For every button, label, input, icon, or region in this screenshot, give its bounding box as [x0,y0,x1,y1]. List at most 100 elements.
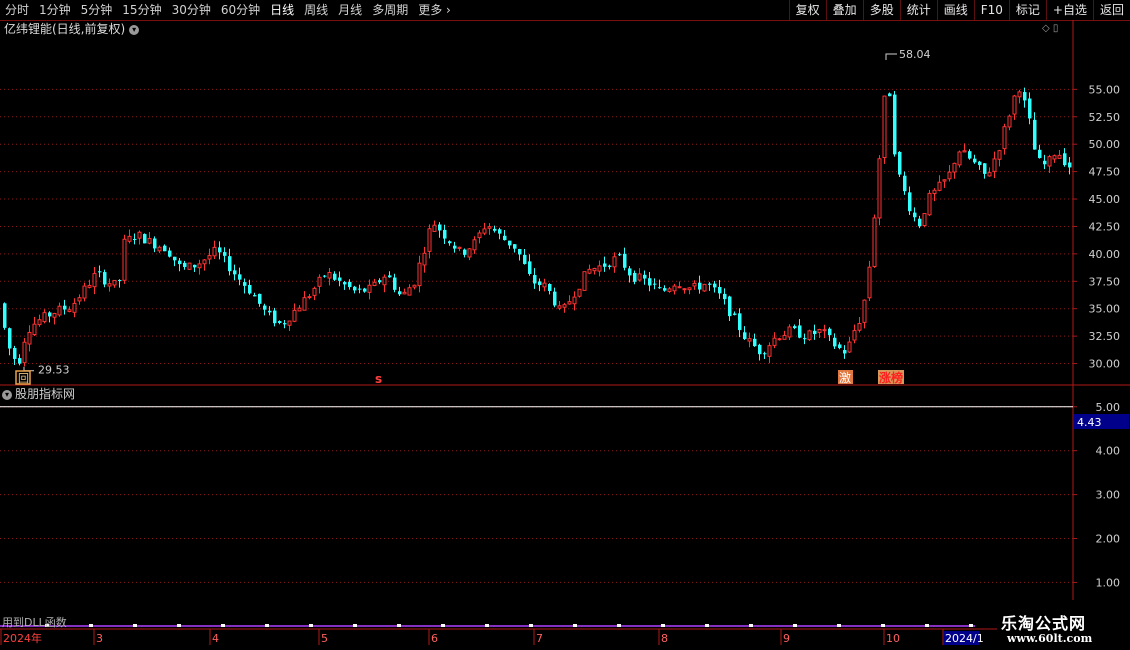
price-tick-label: 45.00 [1089,193,1121,206]
candle-body [828,328,832,336]
period-tab-6[interactable]: 日线 [265,0,299,20]
candle-body [628,268,632,276]
time-label: 4 [212,632,219,645]
candle-body [407,287,412,296]
ji-box [838,370,853,384]
candle-body [852,330,857,341]
candle-body [103,272,107,285]
signal-dot [89,624,93,627]
tool-button-8[interactable]: 返回 [1092,0,1130,20]
period-tab-3[interactable]: 15分钟 [117,0,166,20]
period-tab-10[interactable]: 更多 › [413,0,456,20]
candle-body [157,246,162,252]
tool-button-6[interactable]: 标记 [1008,0,1046,20]
period-toolbar: 分时 1分钟 5分钟 15分钟 30分钟 60分钟 日线 周线 月线 多周期 更多 › 复权 叠加 多股… [0,0,1130,21]
candle-body [862,299,867,323]
candle-body [503,235,507,241]
candle-body [572,296,577,305]
candle-body [708,283,712,285]
period-tab-5[interactable]: 60分钟 [216,0,265,20]
candle-body [333,273,337,280]
signal-dot [309,624,313,627]
candle-body [82,285,87,299]
price-tick-label: 37.50 [1089,275,1121,288]
tool-button-5[interactable]: F10 [973,0,1009,20]
candle-body [122,238,127,281]
diamond-icon[interactable]: ◇ [1042,23,1050,34]
price-tick-label: 47.50 [1089,166,1121,179]
price-tick-label: 40.00 [1089,248,1121,261]
candle-body [493,228,497,231]
candle-body [1002,126,1007,150]
candle-body [127,235,132,242]
candle-body [772,337,777,346]
candle-body [312,287,317,296]
tool-button-4[interactable]: 画线 [936,0,974,20]
candle-body [402,291,407,295]
period-tab-2[interactable]: 5分钟 [76,0,118,20]
candle-body [1052,155,1057,160]
period-tab-1[interactable]: 1分钟 [34,0,76,20]
candle-body [143,234,147,244]
period-tab-7[interactable]: 周线 [299,0,333,20]
tool-button-2[interactable]: 多股 [862,0,900,20]
tool-button-0[interactable]: 复权 [788,0,826,20]
window-icon[interactable]: ▯ [1053,23,1059,34]
price-tick-label: 42.50 [1089,220,1121,233]
period-tab-9[interactable]: 多周期 [367,0,413,20]
period-tab-4[interactable]: 30分钟 [167,0,216,20]
candle-body [248,285,252,294]
time-label: 8 [661,632,668,645]
candle-body [903,175,907,192]
chevron-down-icon[interactable]: ▾ [2,389,12,400]
signal-dot [837,624,841,627]
candle-body [658,287,662,289]
period-tab-8[interactable]: 月线 [333,0,367,20]
indicator-current-value: 4.43 [1077,416,1102,429]
kline-chart[interactable]: 30.0032.5035.0037.5040.0042.5045.0047.50… [0,0,1130,650]
candle-body [582,271,587,291]
candle-body [867,266,872,299]
candle-body [528,261,532,274]
signal-dot [133,624,137,627]
tool-button-1[interactable]: 叠加 [825,0,863,20]
signal-dot [221,624,225,627]
tool-button-3[interactable]: 统计 [899,0,937,20]
candle-body [22,341,27,364]
candle-body [378,280,382,283]
candle-body [942,179,947,182]
candle-body [542,282,547,288]
candle-body [523,254,527,264]
candle-body [338,277,342,281]
signal-dot [177,624,181,627]
candle-body [323,275,327,277]
candle-body [872,217,877,267]
candle-body [882,95,887,159]
candle-body [952,162,957,173]
tool-button-7[interactable]: +自选 [1045,0,1093,20]
signal-dot [353,624,357,627]
candle-body [623,253,627,268]
price-tick-label: 32.50 [1089,330,1121,343]
period-tab-0[interactable]: 分时 [0,0,34,20]
candle-body [218,247,222,253]
candle-body [297,307,302,312]
candle-body [538,281,542,286]
candle-body [533,275,537,284]
time-label: 9 [783,632,790,645]
candle-body [723,293,727,300]
candle-body [698,282,702,290]
candle-body [48,312,52,317]
candle-body [112,279,117,286]
candle-body [412,284,417,288]
candle-body [718,287,722,294]
chevron-down-icon[interactable]: ▾ [129,24,140,35]
candle-body [72,302,77,313]
price-tick-label: 52.50 [1089,111,1121,124]
candle-body [1007,115,1012,128]
candle-body [983,163,987,174]
candle-body [753,338,757,347]
candle-body [893,94,897,155]
candle-body [1023,92,1027,101]
candle-body [197,263,202,269]
